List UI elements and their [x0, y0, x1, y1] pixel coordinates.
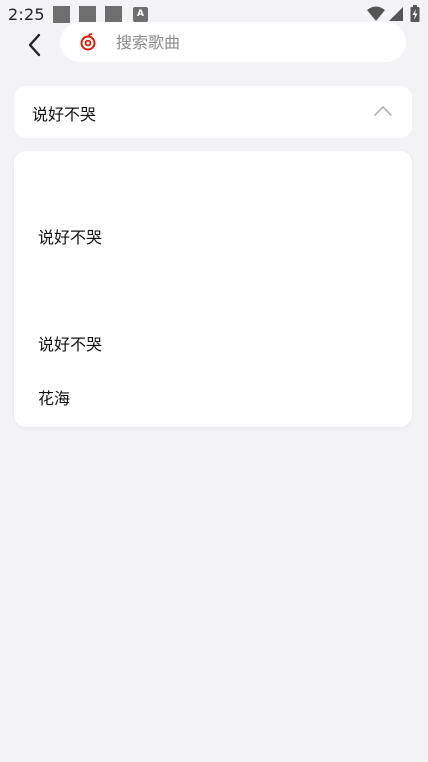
dropdown-option[interactable]	[38, 165, 388, 195]
notification-icon	[105, 6, 122, 23]
dropdown-option[interactable]: 说好不哭	[38, 331, 102, 355]
back-button[interactable]	[20, 30, 50, 60]
dropdown-option[interactable]: 说好不哭	[38, 224, 102, 248]
dropdown-option[interactable]: 花海	[38, 385, 70, 409]
chevron-left-icon	[28, 33, 41, 57]
search-input[interactable]	[116, 30, 386, 54]
notification-icon	[79, 6, 96, 23]
search-bar[interactable]	[60, 22, 406, 62]
netease-music-icon	[80, 33, 96, 51]
battery-charging-icon	[410, 5, 420, 22]
dropdown-option[interactable]	[38, 276, 388, 306]
notification-icon	[53, 6, 70, 23]
accessibility-icon: A	[133, 7, 148, 22]
signal-icon	[389, 7, 403, 21]
select-value: 说好不哭	[32, 105, 97, 124]
chevron-up-icon[interactable]	[374, 104, 392, 118]
wifi-icon	[367, 6, 385, 21]
song-select[interactable]: 说好不哭	[14, 86, 412, 138]
status-time: 2:25	[8, 5, 45, 24]
dropdown-list: 说好不哭 说好不哭 花海	[14, 151, 412, 427]
